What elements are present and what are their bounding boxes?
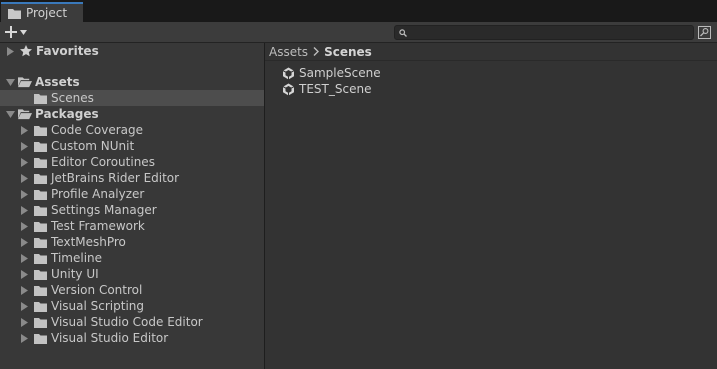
folder-icon [34,268,48,280]
chevron-down-icon[interactable] [5,109,15,119]
search-icon [399,28,407,37]
chevron-right-icon[interactable] [19,317,29,327]
chevron-right-icon[interactable] [19,189,29,199]
tab-label: Project [26,6,68,20]
tree-item-label: Timeline [51,251,103,265]
tree-item-package[interactable]: Unity UI [0,266,264,282]
asset-label: SampleScene [299,66,381,80]
tree-item-label: Custom NUnit [51,139,135,153]
toolbar [0,22,717,43]
tree-item-package[interactable]: JetBrains Rider Editor [0,170,264,186]
chevron-down-icon[interactable] [5,77,15,87]
chevron-right-icon[interactable] [19,141,29,151]
chevron-right-icon [313,47,320,56]
folder-icon [34,284,48,296]
search-by-type-button[interactable] [697,25,712,40]
tree-item-label: Code Coverage [51,123,144,137]
chevron-right-icon[interactable] [19,333,29,343]
asset-browser: Assets Scenes SampleScene TEST_Scene [265,43,717,369]
tree-item-package[interactable]: Custom NUnit [0,138,264,154]
folder-icon [34,220,48,232]
chevron-down-icon [20,29,27,35]
folder-icon [34,140,48,152]
tree-item-package[interactable]: TextMeshPro [0,234,264,250]
tree-item-package[interactable]: Visual Studio Editor [0,330,264,346]
tree-item-label: Visual Studio Editor [51,331,169,345]
tree-item-label: Editor Coroutines [51,155,155,169]
chevron-right-icon[interactable] [19,269,29,279]
folder-icon [34,188,48,200]
tree-item-label: Visual Studio Code Editor [51,315,203,329]
tree-item-package[interactable]: Visual Scripting [0,298,264,314]
folder-tree: Favorites Assets Scenes Packages Code Co… [0,43,264,369]
tree-item-package[interactable]: Editor Coroutines [0,154,264,170]
star-icon [20,45,32,57]
chevron-right-icon[interactable] [5,46,15,56]
add-button[interactable] [5,24,35,40]
tree-item-label: Scenes [51,91,94,105]
folder-icon [34,92,48,104]
chevron-right-icon[interactable] [19,125,29,135]
tree-item-label: Settings Manager [51,203,157,217]
folder-icon [34,124,48,136]
chevron-right-icon[interactable] [19,173,29,183]
tree-item-package[interactable]: Code Coverage [0,122,264,138]
folder-icon [34,204,48,216]
tree-item-package[interactable]: Visual Studio Code Editor [0,314,264,330]
tree-item-package[interactable]: Profile Analyzer [0,186,264,202]
search-field[interactable] [394,25,694,40]
tab-project[interactable]: Project [1,2,83,22]
tree-item-package[interactable]: Test Framework [0,218,264,234]
folder-icon [34,252,48,264]
tree-item-package[interactable]: Version Control [0,282,264,298]
tree-item-label: Packages [35,107,99,121]
tree-item-label: Test Framework [51,219,145,233]
tree-item-label: Favorites [36,44,99,58]
chevron-right-icon[interactable] [19,285,29,295]
plus-icon [5,26,17,38]
chevron-right-icon[interactable] [19,205,29,215]
breadcrumb: Assets Scenes [265,43,717,61]
chevron-right-icon[interactable] [19,301,29,311]
chevron-right-icon[interactable] [19,237,29,247]
tree-item-package[interactable]: Settings Manager [0,202,264,218]
tree-item-label: Profile Analyzer [51,187,145,201]
asset-item[interactable]: SampleScene [282,65,381,81]
breadcrumb-item-current[interactable]: Scenes [324,45,372,59]
tree-item-label: TextMeshPro [51,235,126,249]
tree-item-packages[interactable]: Packages [0,106,264,122]
unity-scene-icon [282,83,295,96]
tree-item-favorites[interactable]: Favorites [0,43,264,59]
folder-icon [34,236,48,248]
tab-bar: Project [0,0,717,22]
folder-icon [34,300,48,312]
tree-item-assets[interactable]: Assets [0,74,264,90]
search-input[interactable] [407,26,677,39]
chevron-right-icon[interactable] [19,221,29,231]
chevron-right-icon[interactable] [19,157,29,167]
folder-icon [34,332,48,344]
chevron-right-icon[interactable] [19,253,29,263]
folder-icon [34,316,48,328]
tree-item-label: Unity UI [51,267,99,281]
tree-item-label: Version Control [51,283,143,297]
tree-item-label: Visual Scripting [51,299,144,313]
folder-icon [34,156,48,168]
search-filter-icon [698,26,711,39]
folder-open-icon [18,108,32,120]
tree-item-package[interactable]: Timeline [0,250,264,266]
tree-item-label: Assets [35,75,80,89]
breadcrumb-item-assets[interactable]: Assets [269,45,308,59]
unity-scene-icon [282,67,295,80]
folder-open-icon [18,76,32,88]
tree-item-scenes[interactable]: Scenes [0,90,264,106]
tree-item-label: JetBrains Rider Editor [51,171,180,185]
folder-icon [8,8,21,19]
folder-icon [34,172,48,184]
asset-label: TEST_Scene [299,82,372,96]
asset-item[interactable]: TEST_Scene [282,81,371,97]
